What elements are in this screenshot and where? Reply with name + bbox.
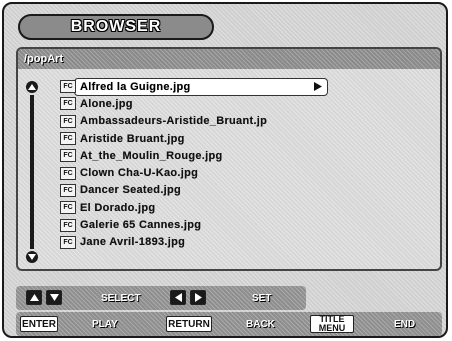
left-key[interactable]	[170, 290, 186, 305]
file-row[interactable]: FC Dancer Seated.jpg	[60, 182, 440, 199]
enter-key[interactable]: ENTER	[20, 316, 58, 332]
play-label: PLAY	[92, 319, 118, 330]
image-file-icon: FC	[60, 201, 76, 215]
up-key[interactable]	[26, 290, 42, 305]
image-file-icon: FC	[60, 97, 76, 111]
image-file-icon: FC	[60, 149, 76, 163]
file-row[interactable]: FC Alone.jpg	[60, 95, 440, 112]
file-name: Jane Avril-1893.jpg	[80, 236, 186, 249]
play-arrow-icon	[314, 82, 322, 91]
down-key[interactable]	[46, 290, 62, 305]
file-name: Ambassadeurs-Aristide_Bruant.jp	[80, 115, 268, 128]
return-key[interactable]: RETURN	[166, 316, 212, 332]
file-row[interactable]: FC Aristide Bruant.jpg	[60, 130, 440, 147]
browser-window: BROWSER /popArt FC Alfred la Guigne.jpg …	[2, 2, 448, 338]
down-arrow-icon	[49, 294, 59, 301]
file-list: FC Alfred la Guigne.jpg FC Alone.jpg FC …	[60, 78, 440, 251]
window-title: BROWSER	[70, 18, 162, 35]
scroll-up-icon[interactable]	[26, 81, 38, 93]
title-menu-key[interactable]: TITLE MENU	[310, 315, 354, 333]
set-label: SET	[252, 293, 272, 304]
image-file-icon: FC	[60, 132, 76, 146]
file-row[interactable]: FC El Dorado.jpg	[60, 199, 440, 216]
current-path: /popArt	[24, 53, 64, 65]
image-file-icon: FC	[60, 166, 76, 180]
file-name: At_the_Moulin_Rouge.jpg	[80, 149, 223, 162]
navigation-hint-bar: SELECT SET	[16, 286, 306, 310]
image-file-icon: FC	[60, 114, 76, 128]
file-name: Alone.jpg	[80, 97, 133, 110]
title-menu-line2: MENU	[318, 323, 346, 333]
file-name: Alfred la Guigne.jpg	[80, 80, 191, 93]
file-name: Galerie 65 Cannes.jpg	[80, 219, 202, 232]
file-name: Dancer Seated.jpg	[80, 184, 182, 197]
image-file-icon: FC	[60, 183, 76, 197]
file-row[interactable]: FC Alfred la Guigne.jpg	[60, 78, 440, 96]
file-row[interactable]: FC Jane Avril-1893.jpg	[60, 234, 440, 251]
file-panel: /popArt FC Alfred la Guigne.jpg FC Alone…	[16, 47, 442, 271]
right-key[interactable]	[190, 290, 206, 305]
file-row[interactable]: FC Ambassadeurs-Aristide_Bruant.jp	[60, 113, 440, 130]
up-arrow-icon	[29, 294, 39, 301]
path-bar: /popArt	[18, 49, 440, 69]
scroll-down-icon[interactable]	[26, 251, 38, 263]
file-name: El Dorado.jpg	[80, 201, 156, 214]
image-file-icon: FC	[60, 218, 76, 232]
file-row[interactable]: FC At_the_Moulin_Rouge.jpg	[60, 147, 440, 164]
action-hint-bar: ENTER PLAY RETURN BACK TITLE MENU END	[16, 312, 442, 336]
select-label: SELECT	[101, 293, 141, 304]
scrollbar-track[interactable]	[30, 95, 34, 249]
file-name: Aristide Bruant.jpg	[80, 132, 185, 145]
back-label: BACK	[246, 319, 275, 330]
file-row[interactable]: FC Clown Cha-U-Kao.jpg	[60, 164, 440, 181]
end-label: END	[394, 319, 416, 330]
file-name: Clown Cha-U-Kao.jpg	[80, 167, 199, 180]
right-arrow-icon	[194, 293, 202, 302]
image-file-icon: FC	[60, 80, 76, 94]
file-row[interactable]: FC Galerie 65 Cannes.jpg	[60, 216, 440, 233]
title-tab: BROWSER	[18, 14, 214, 40]
image-file-icon: FC	[60, 235, 76, 249]
left-arrow-icon	[174, 293, 182, 302]
